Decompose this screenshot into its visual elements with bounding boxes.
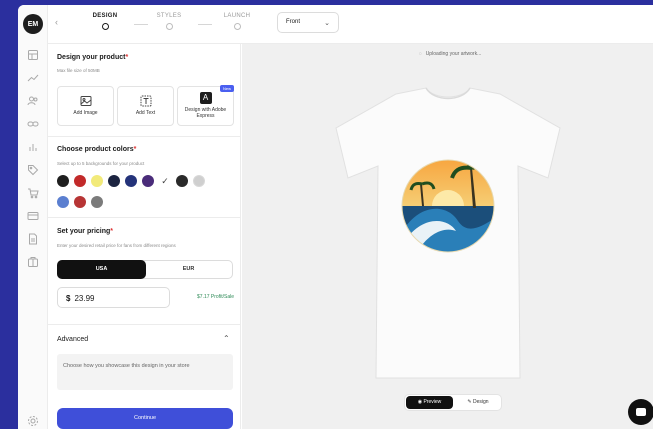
color-swatch[interactable] (193, 175, 205, 187)
step-styles[interactable]: STYLES (154, 13, 184, 30)
chevron-down-icon: ⌄ (324, 20, 330, 27)
currency-toggle: USA EUR (57, 260, 233, 279)
color-swatch[interactable] (142, 175, 154, 187)
step-dot (101, 23, 109, 30)
bar-chart-icon[interactable] (27, 141, 39, 153)
continue-button[interactable]: Continue (57, 408, 233, 429)
design-section-subtitle: Max file size of 50MB (57, 68, 100, 73)
chevron-up-icon[interactable]: ⌃ (223, 334, 230, 343)
add-image-button[interactable]: Add Image (57, 86, 114, 126)
tag-icon[interactable] (27, 164, 39, 176)
pricing-section-title: Set your pricing* (57, 228, 114, 235)
price-input[interactable]: $23.99 (57, 287, 170, 308)
avatar[interactable]: EM (23, 14, 43, 34)
color-swatch[interactable] (74, 175, 86, 187)
view-select[interactable]: Front ⌄ (277, 12, 339, 33)
step-connector (134, 24, 148, 25)
color-swatch[interactable] (91, 175, 103, 187)
advanced-description: Choose how you showcase this design in y… (57, 354, 233, 390)
panel-icon[interactable] (27, 49, 39, 61)
chat-button[interactable] (628, 399, 653, 425)
link-icon[interactable] (27, 118, 39, 130)
add-image-label: Add Image (73, 110, 98, 116)
color-swatch[interactable] (57, 175, 69, 187)
box-icon[interactable] (27, 256, 39, 268)
add-text-label: Add Text (135, 110, 156, 116)
cart-icon[interactable] (27, 187, 39, 199)
product-preview: ◌ Uploading your artwork... ◉ Preview ✎ … (242, 44, 653, 429)
icon-rail: EM (18, 5, 48, 429)
view-select-value: Front (286, 19, 301, 25)
design-section-title: Design your product* (57, 54, 129, 61)
section-divider (48, 136, 241, 137)
tshirt-mockup (335, 87, 561, 379)
section-divider (48, 217, 241, 218)
colors-section-title: Choose product colors* (57, 146, 137, 153)
app-window: EM ‹ DESIGN STYLES LAUNCH Front ⌄ Design… (18, 5, 653, 429)
design-panel: Design your product* Max file size of 50… (48, 44, 241, 429)
step-connector (198, 24, 212, 25)
add-text-button[interactable]: Add Text (117, 86, 174, 126)
adobe-express-icon: A (199, 92, 212, 104)
tab-preview[interactable]: ◉ Preview (406, 396, 453, 409)
step-label: LAUNCH (223, 13, 251, 19)
section-divider (48, 324, 241, 325)
back-chevron-icon[interactable]: ‹ (55, 18, 63, 27)
advanced-toggle[interactable]: Advanced (57, 336, 88, 343)
new-badge: New (219, 85, 234, 92)
adobe-express-button[interactable]: New A Design with Adobe Express (177, 85, 234, 126)
settings-icon[interactable] (27, 415, 39, 427)
chat-icon (636, 408, 646, 416)
color-swatch[interactable] (176, 175, 188, 187)
profit-per-sale: $7.17 Profit/Sale (197, 294, 234, 300)
people-icon[interactable] (27, 95, 39, 107)
card-icon[interactable] (27, 210, 39, 222)
upload-status: ◌ Uploading your artwork... (418, 51, 482, 57)
color-swatch[interactable] (125, 175, 137, 187)
text-icon (140, 95, 152, 107)
tab-design[interactable]: ✎ Design (455, 396, 501, 409)
color-swatch-selected[interactable]: ✓ (159, 175, 171, 187)
document-icon[interactable] (27, 233, 39, 245)
color-swatch[interactable] (57, 196, 69, 208)
step-design[interactable]: DESIGN (90, 13, 120, 30)
adobe-express-label: Design with Adobe Express (184, 107, 227, 119)
currency-eur-button[interactable]: EUR (145, 261, 232, 278)
step-launch[interactable]: LAUNCH (221, 13, 253, 30)
step-dot (233, 23, 241, 30)
spinner-icon: ◌ (418, 51, 422, 57)
color-swatch[interactable] (108, 175, 120, 187)
currency-usa-button[interactable]: USA (57, 260, 146, 279)
step-label: STYLES (156, 13, 182, 19)
top-bar: ‹ DESIGN STYLES LAUNCH Front ⌄ (48, 5, 653, 44)
currency-symbol: $ (66, 294, 71, 303)
pricing-section-subtitle: Enter your desired retail price for fans… (57, 243, 176, 248)
image-icon (80, 95, 92, 107)
color-swatch[interactable] (91, 196, 103, 208)
price-value: 23.99 (74, 294, 95, 303)
trend-icon[interactable] (27, 72, 39, 84)
color-swatch[interactable] (74, 196, 86, 208)
preview-design-tabs: ◉ Preview ✎ Design (404, 394, 502, 411)
step-label: DESIGN (92, 13, 118, 19)
colors-section-subtitle: Select up to 5 backgrounds for your prod… (57, 161, 145, 166)
step-dot (165, 23, 173, 30)
